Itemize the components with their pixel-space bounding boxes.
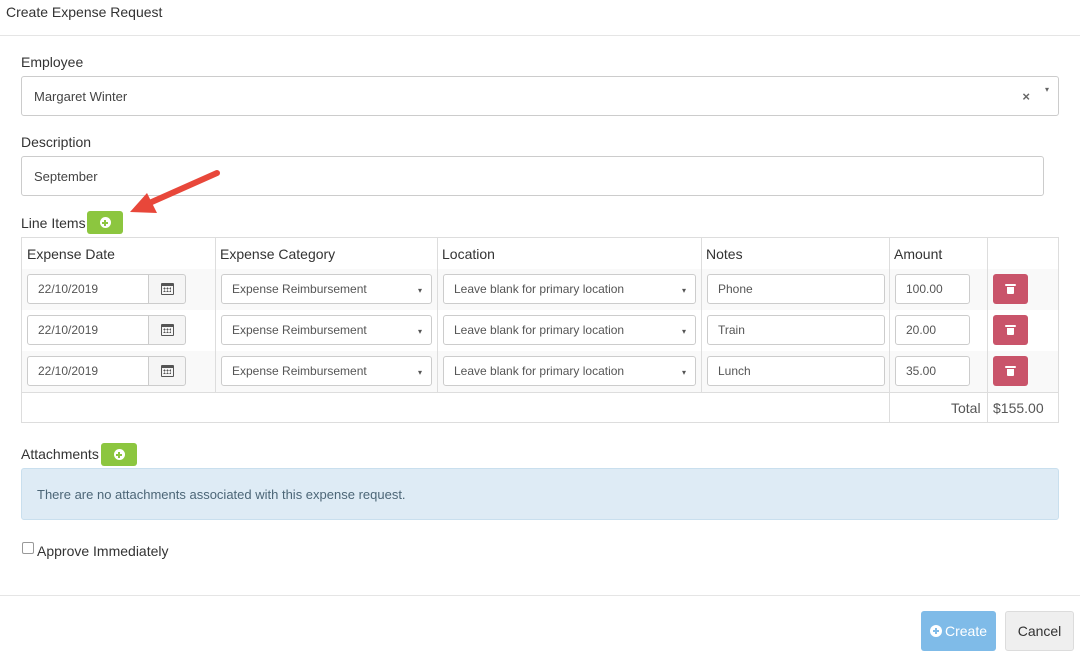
attachments-empty-panel: There are no attachments associated with…: [21, 468, 1059, 520]
expense-category-value: Expense Reimbursement: [232, 282, 367, 296]
chevron-down-icon[interactable]: ▾: [1045, 85, 1049, 94]
cancel-button-label: Cancel: [1017, 623, 1062, 639]
approve-immediately-checkbox[interactable]: [22, 542, 34, 554]
create-button-label: Create: [944, 623, 988, 639]
expense-date-input[interactable]: 22/10/2019: [27, 315, 150, 345]
header-expense-date: Expense Date: [27, 246, 115, 262]
employee-label: Employee: [21, 54, 84, 70]
plus-circle-icon: [929, 625, 942, 637]
calendar-button[interactable]: [148, 315, 186, 345]
calendar-icon: [160, 365, 174, 377]
add-line-item-button[interactable]: [87, 211, 123, 234]
header-notes: Notes: [706, 246, 743, 262]
notes-input[interactable]: Phone: [707, 274, 885, 304]
line-items-table: Expense Date Expense Category Location N…: [21, 237, 1059, 423]
description-label: Description: [21, 134, 92, 150]
expense-category-value: Expense Reimbursement: [232, 323, 367, 337]
trash-icon: [1005, 284, 1016, 294]
location-select[interactable]: Leave blank for primary location ▾: [443, 356, 696, 386]
employee-select-value: Margaret Winter: [34, 88, 128, 104]
expense-date-input[interactable]: 22/10/2019: [27, 274, 150, 304]
location-value: Leave blank for primary location: [454, 323, 625, 337]
approve-immediately-label[interactable]: Approve Immediately: [37, 543, 169, 559]
expense-category-select[interactable]: Expense Reimbursement ▾: [221, 356, 432, 386]
expense-category-select[interactable]: Expense Reimbursement ▾: [221, 274, 432, 304]
attachments-label: Attachments: [21, 446, 99, 462]
amount-input[interactable]: 100.00: [895, 274, 970, 304]
chevron-down-icon: ▾: [417, 327, 422, 336]
column-divider: [889, 238, 890, 422]
attachments-empty-message: There are no attachments associated with…: [37, 486, 406, 502]
chevron-down-icon: ▾: [681, 286, 686, 295]
column-divider: [215, 238, 216, 392]
header-expense-category: Expense Category: [220, 246, 336, 262]
chevron-down-icon: ▾: [417, 368, 422, 377]
chevron-down-icon: ▾: [681, 368, 686, 377]
employee-select[interactable]: Margaret Winter × ▾: [21, 76, 1059, 116]
create-button[interactable]: Create: [921, 611, 996, 651]
header-amount: Amount: [894, 246, 943, 262]
title-divider: [0, 35, 1080, 36]
header-location: Location: [442, 246, 495, 262]
chevron-down-icon: ▾: [681, 327, 686, 336]
total-label: Total: [951, 400, 981, 416]
description-input-value: September: [34, 168, 98, 184]
column-divider: [701, 238, 702, 392]
total-row-divider: [22, 392, 1058, 393]
location-select[interactable]: Leave blank for primary location ▾: [443, 315, 696, 345]
notes-input[interactable]: Train: [707, 315, 885, 345]
expense-category-value: Expense Reimbursement: [232, 364, 367, 378]
trash-icon: [1005, 325, 1016, 335]
calendar-icon: [160, 283, 174, 295]
calendar-button[interactable]: [148, 356, 186, 386]
column-divider: [987, 238, 988, 422]
total-value: $155.00: [993, 400, 1044, 416]
red-arrow-icon: [130, 170, 220, 213]
chevron-down-icon: ▾: [417, 286, 422, 295]
amount-input[interactable]: 35.00: [895, 356, 970, 386]
cancel-button[interactable]: Cancel: [1005, 611, 1074, 651]
delete-line-item-button[interactable]: [993, 356, 1028, 386]
expense-date-input[interactable]: 22/10/2019: [27, 356, 150, 386]
plus-circle-icon: [113, 449, 125, 460]
column-divider: [437, 238, 438, 392]
location-value: Leave blank for primary location: [454, 364, 625, 378]
delete-line-item-button[interactable]: [993, 315, 1028, 345]
calendar-button[interactable]: [148, 274, 186, 304]
clear-icon[interactable]: ×: [1022, 89, 1030, 104]
footer-divider: [0, 595, 1080, 596]
plus-circle-icon: [99, 217, 111, 228]
calendar-icon: [160, 324, 174, 336]
location-value: Leave blank for primary location: [454, 282, 625, 296]
add-attachment-button[interactable]: [101, 443, 137, 466]
expense-category-select[interactable]: Expense Reimbursement ▾: [221, 315, 432, 345]
delete-line-item-button[interactable]: [993, 274, 1028, 304]
trash-icon: [1005, 366, 1016, 376]
amount-input[interactable]: 20.00: [895, 315, 970, 345]
location-select[interactable]: Leave blank for primary location ▾: [443, 274, 696, 304]
notes-input[interactable]: Lunch: [707, 356, 885, 386]
modal-title: Create Expense Request: [6, 4, 163, 20]
line-items-label: Line Items: [21, 215, 86, 231]
